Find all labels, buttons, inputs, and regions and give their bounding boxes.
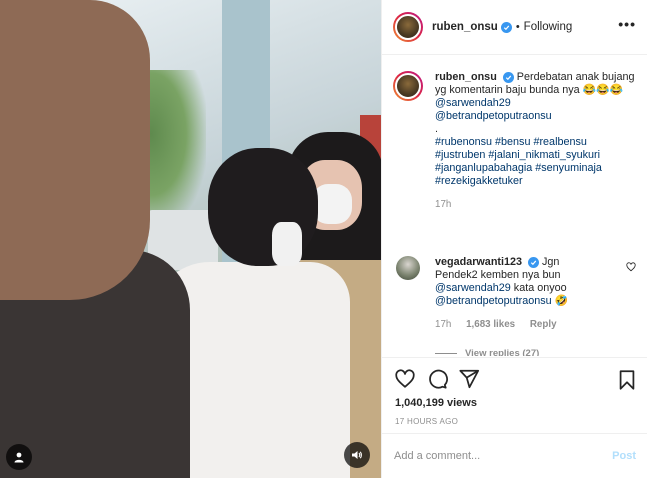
caption-mention[interactable]: @betrandpetoputraonsu [435,110,552,122]
caption-dot: . [435,123,438,135]
caption-hashtags[interactable]: #rubenonsu #bensu #realbensu #justruben … [435,136,602,187]
foreground-man-face [0,0,150,300]
view-replies-button[interactable]: View replies (27) [435,348,539,356]
user-tag-icon[interactable] [6,444,32,470]
caption-username[interactable]: ruben_onsu [435,71,497,83]
comment-time: 17h [435,319,452,330]
comment-text-after: kata onyoo [513,282,567,294]
comment-composer: Post [382,433,647,478]
comment-like-heart-icon[interactable] [626,262,636,275]
speaker-icon[interactable] [344,442,370,468]
caption-avatar[interactable] [393,71,423,101]
caption-mention[interactable]: @sarwendah29 [435,97,511,109]
heart-icon[interactable] [394,368,416,390]
comment-bubble-icon[interactable] [426,368,448,390]
post-actions: 1,040,199 views 17 HOURS AGO [382,357,647,432]
caption-time: 17h [435,199,452,210]
header-username[interactable]: ruben_onsu [432,21,498,33]
comment-emoji: 🤣 [554,295,569,307]
comment-likes[interactable]: 1,683 likes [466,319,515,330]
comments-list[interactable]: ruben_onsu Perdebatan anak bujang yg kom… [382,56,647,356]
post-timestamp[interactable]: 17 HOURS AGO [395,417,458,426]
post-comment-button[interactable]: Post [612,450,636,462]
paper-plane-icon[interactable] [458,368,480,390]
post-video[interactable] [0,0,381,478]
post-details-panel: ruben_onsu • Following ••• ruben_onsu Pe… [381,0,647,478]
more-options-button[interactable]: ••• [618,17,636,31]
reply-button[interactable]: Reply [530,319,557,330]
comment-item: vegadarwanti123 Jgn Pendek2 kemben nya b… [393,256,638,331]
view-replies-label: View replies (27) [465,348,540,356]
boy-face-mask [272,222,302,266]
add-comment-input[interactable] [394,450,613,462]
comment-mention[interactable]: @sarwendah29 [435,282,511,294]
post-header: ruben_onsu • Following ••• [382,0,647,55]
comment-avatar[interactable] [396,256,420,280]
woman-face-mask [312,184,352,224]
view-count[interactable]: 1,040,199 views [395,397,477,409]
header-separator: • [515,21,520,33]
caption: ruben_onsu Perdebatan anak bujang yg kom… [393,71,638,211]
comment-mention[interactable]: @betrandpetoputraonsu [435,295,552,307]
verified-badge-icon [528,257,540,268]
bookmark-icon[interactable] [616,369,638,391]
comment-username[interactable]: vegadarwanti123 [435,256,522,268]
following-button[interactable]: Following [524,21,573,33]
avatar[interactable] [393,12,423,42]
verified-badge-icon [502,72,514,83]
verified-badge-icon [500,21,512,33]
